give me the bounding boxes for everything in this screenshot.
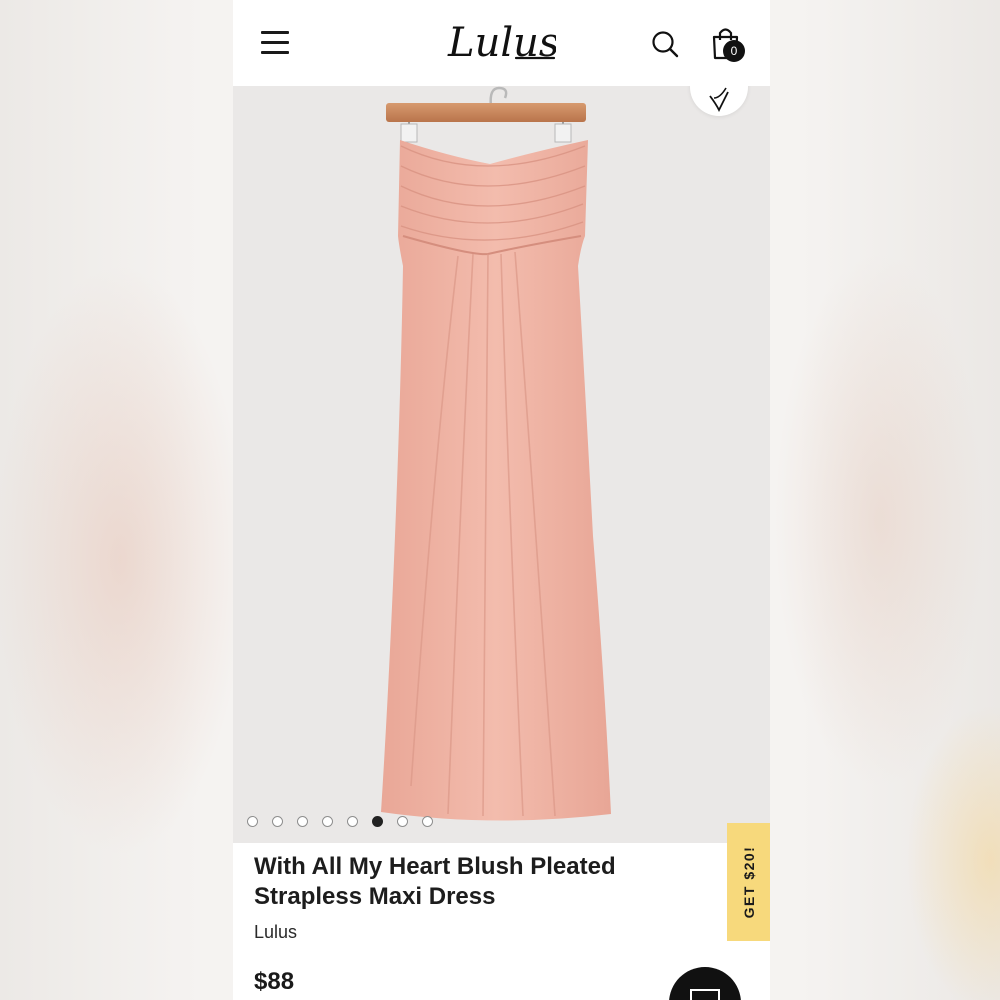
heart-v-icon	[709, 87, 729, 113]
chat-icon	[690, 989, 720, 1000]
product-price: $88	[254, 968, 295, 995]
carousel-dot[interactable]	[397, 816, 408, 827]
lulus-logo[interactable]: Lulus	[446, 14, 556, 66]
carousel-dot[interactable]	[272, 816, 283, 827]
carousel-dot[interactable]	[297, 816, 308, 827]
carousel-dot[interactable]	[372, 816, 383, 827]
carousel-dot[interactable]	[247, 816, 258, 827]
product-title: With All My Heart Blush Pleated Straples…	[254, 853, 616, 910]
product-brand[interactable]: Lulus	[254, 922, 297, 943]
carousel-dot[interactable]	[322, 816, 333, 827]
search-icon[interactable]	[651, 30, 679, 58]
product-image-gallery[interactable]	[233, 86, 770, 843]
promo-label: GET $20!	[740, 845, 757, 919]
site-header: Lulus 0	[233, 0, 770, 86]
mobile-screen: Lulus 0 With All My Heart Blush Pleated …	[233, 0, 770, 1000]
chat-button[interactable]	[669, 967, 741, 1000]
carousel-dot[interactable]	[422, 816, 433, 827]
cart-count-badge: 0	[723, 40, 745, 62]
carousel-dot[interactable]	[347, 816, 358, 827]
get-20-promo-tab[interactable]: GET $20!	[727, 823, 770, 941]
carousel-dots	[247, 816, 433, 828]
hamburger-menu-icon[interactable]	[261, 31, 289, 55]
wishlist-button[interactable]	[690, 86, 748, 116]
product-image-dress[interactable]	[233, 86, 770, 843]
